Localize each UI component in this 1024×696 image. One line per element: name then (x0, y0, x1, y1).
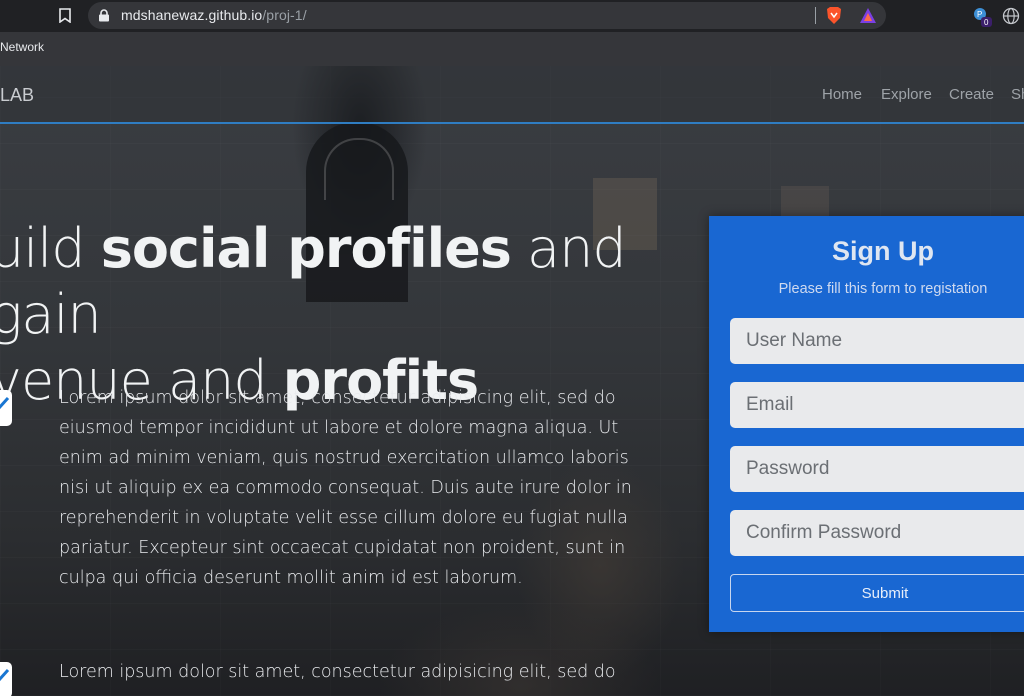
globe-icon[interactable] (1002, 7, 1020, 25)
extension-icon[interactable]: P 0 (972, 6, 994, 28)
signup-title: Sign Up (832, 236, 934, 266)
feature-check-icon (0, 390, 12, 426)
extension-badge: 0 (984, 18, 989, 27)
webpage: LAB Home Explore Create Sh uild social p… (0, 66, 1024, 696)
brave-rewards-icon[interactable] (859, 7, 877, 24)
submit-button[interactable]: Submit (730, 574, 1024, 612)
password-input[interactable] (730, 446, 1024, 492)
email-input[interactable] (730, 382, 1024, 428)
bookmark-star-icon[interactable] (56, 6, 74, 24)
feature-check-icon (0, 662, 12, 696)
site-navbar: LAB Home Explore Create Sh (0, 66, 1024, 124)
feature-paragraph: Lorem ipsum dolor sit amet, consectetur … (59, 662, 616, 682)
background-stone (781, 186, 829, 216)
bookmark-item[interactable]: Network (0, 40, 44, 54)
svg-text:P: P (977, 10, 982, 19)
address-bar[interactable]: mdshanewaz.github.io/proj-1/ (88, 2, 886, 29)
bookmarks-bar: Network (0, 32, 1024, 66)
feature-paragraph: Lorem ipsum dolor sit amet, consectetur … (59, 388, 632, 588)
address-separator (815, 7, 816, 24)
brave-shield-icon[interactable] (825, 6, 843, 25)
nav-link-create[interactable]: Create (949, 86, 994, 103)
headline-text: uild (0, 217, 101, 280)
url-text: mdshanewaz.github.io/proj-1/ (121, 7, 307, 23)
signup-card: Sign Up Please fill this form to regista… (709, 216, 1024, 632)
nav-link-home[interactable]: Home (822, 86, 862, 103)
browser-toolbar: mdshanewaz.github.io/proj-1/ P 0 (0, 0, 1024, 32)
headline-bold: social profiles (100, 217, 512, 280)
signup-subtitle: Please fill this form to registation (778, 281, 988, 297)
url-host: mdshanewaz.github.io (121, 7, 263, 23)
nav-link-share[interactable]: Sh (1011, 86, 1024, 103)
lock-icon (98, 9, 110, 22)
confirm-password-input[interactable] (730, 510, 1024, 556)
nav-link-explore[interactable]: Explore (881, 86, 932, 103)
url-path: /proj-1/ (262, 7, 307, 23)
site-brand[interactable]: LAB (0, 85, 34, 106)
username-input[interactable] (730, 318, 1024, 364)
